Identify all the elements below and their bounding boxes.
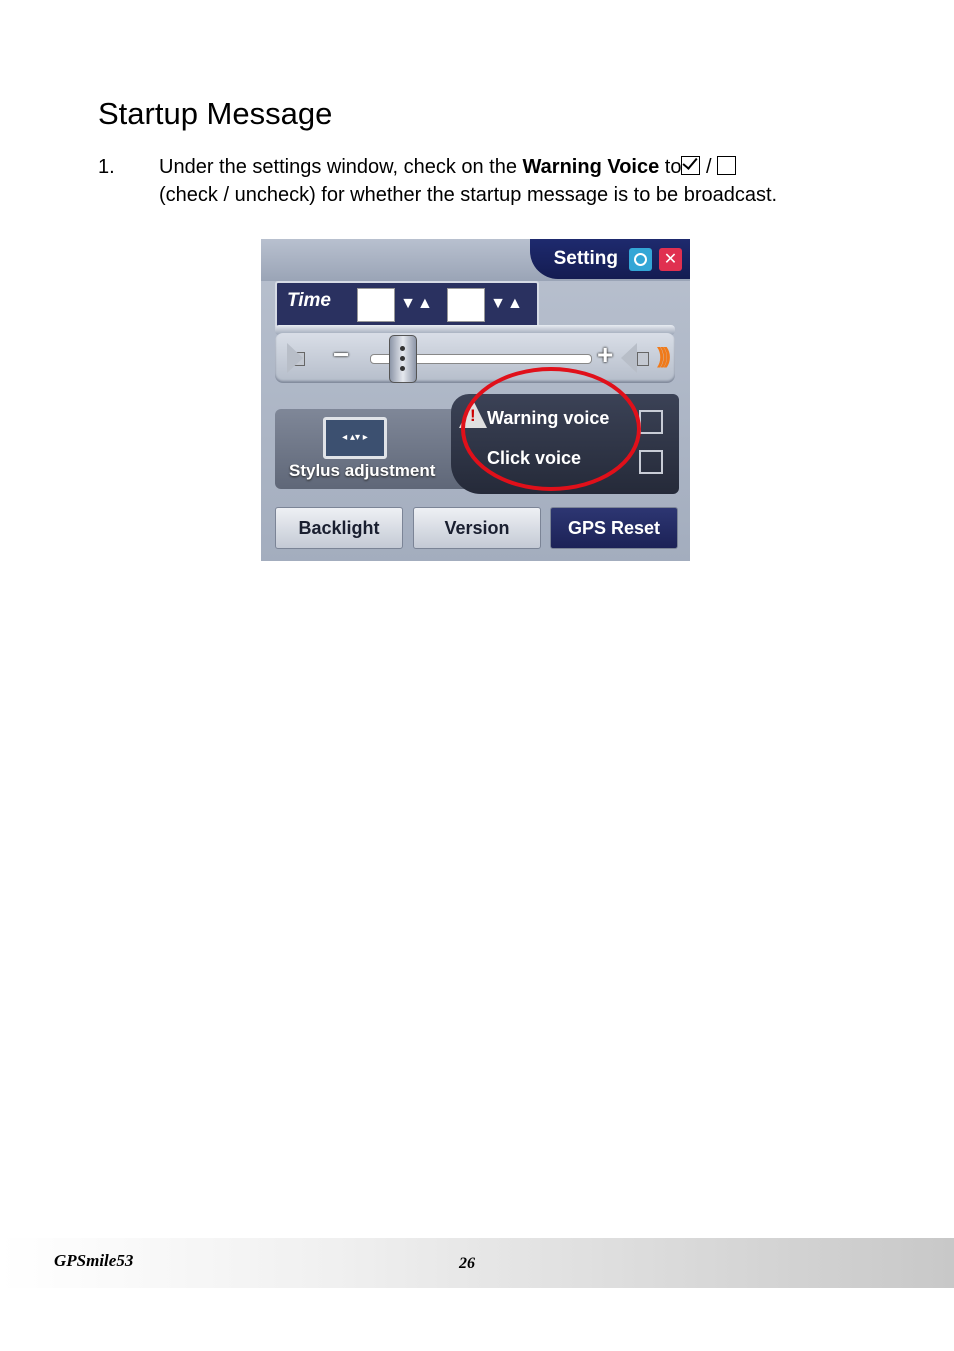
settings-title: Setting xyxy=(553,248,618,269)
stylus-adjustment-label: Stylus adjustment xyxy=(289,461,436,480)
settings-window-screenshot: Setting ✕ Time ▼▲ ▼▲ − + ))) ◂ ▴▾ ▸ Styl… xyxy=(261,239,690,561)
volume-minus-icon[interactable]: − xyxy=(333,339,349,371)
stylus-adjustment-button[interactable]: ◂ ▴▾ ▸ Stylus adjustment xyxy=(275,409,475,489)
step-text-before: Under the settings window, check on the xyxy=(159,156,523,178)
version-button[interactable]: Version xyxy=(413,507,541,549)
volume-bar: − + ))) xyxy=(275,333,675,383)
page-footer: GPSmile53 26 xyxy=(0,1238,954,1288)
step-separator: / xyxy=(700,156,718,178)
step-number: 1. xyxy=(98,156,115,178)
volume-plus-icon[interactable]: + xyxy=(597,339,613,371)
step-text-to: to xyxy=(659,156,682,178)
close-icon[interactable]: ✕ xyxy=(659,248,682,271)
step-text-after: (check / uncheck) for whether the startu… xyxy=(159,184,778,206)
page-number: 26 xyxy=(459,1255,475,1272)
minute-stepper-icon[interactable]: ▼▲ xyxy=(485,288,529,320)
volume-slider-thumb[interactable] xyxy=(389,335,418,383)
backlight-button[interactable]: Backlight xyxy=(275,507,403,549)
highlight-circle xyxy=(461,367,641,491)
click-voice-checkbox[interactable] xyxy=(639,450,663,474)
footer-brand: GPSmile53 xyxy=(54,1251,134,1270)
sound-waves-icon: ))) xyxy=(657,343,671,368)
title-bar: Setting ✕ xyxy=(261,239,690,281)
hour-field[interactable] xyxy=(357,288,395,322)
checked-box-icon xyxy=(681,156,701,175)
step-text: Under the settings window, check on the … xyxy=(159,153,899,209)
speaker-high-icon xyxy=(621,343,651,373)
gps-reset-button[interactable]: GPS Reset xyxy=(550,507,678,549)
time-setting-bar: Time ▼▲ ▼▲ xyxy=(275,281,539,329)
time-label: Time xyxy=(287,290,332,311)
ok-icon[interactable] xyxy=(629,248,652,271)
section-title: Startup Message xyxy=(98,96,333,131)
stylus-adjustment-icon: ◂ ▴▾ ▸ xyxy=(323,417,387,459)
hour-stepper-icon[interactable]: ▼▲ xyxy=(395,288,439,320)
warning-voice-term: Warning Voice xyxy=(522,156,660,178)
unchecked-box-icon xyxy=(717,156,737,175)
warning-voice-checkbox[interactable] xyxy=(639,410,663,434)
speaker-low-icon xyxy=(287,343,323,373)
minute-field[interactable] xyxy=(447,288,485,322)
